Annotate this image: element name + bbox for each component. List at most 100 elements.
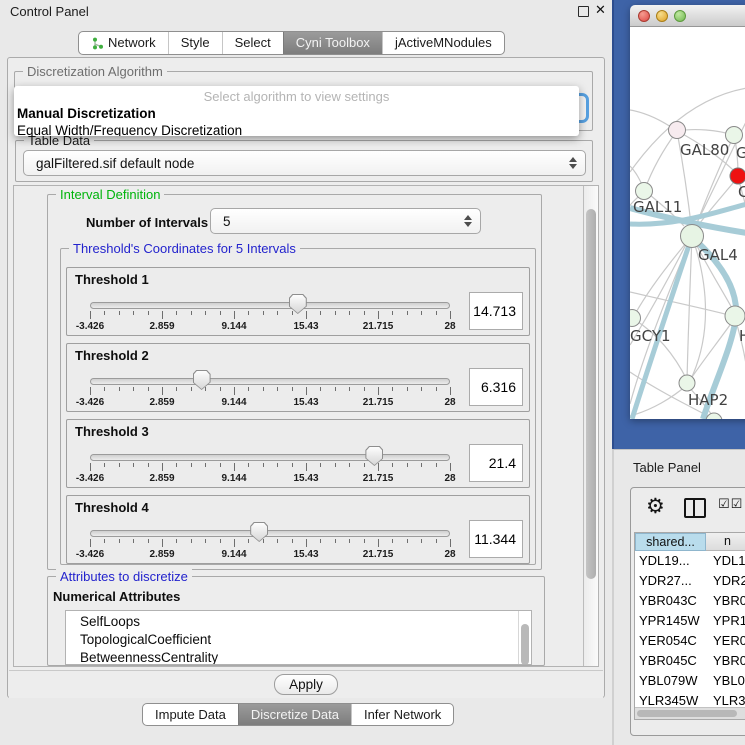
- minimize-traffic-light-icon[interactable]: [656, 10, 668, 22]
- control-panel-titlebar: Control Panel ✕: [0, 0, 612, 22]
- threshold-slider-track[interactable]: [90, 378, 450, 385]
- gal4-node[interactable]: [681, 225, 704, 248]
- attributes-list: SelfLoopsTopologicalCoefficientBetweenne…: [65, 610, 532, 665]
- column-checkboxes-icon[interactable]: ☑☑: [718, 497, 743, 512]
- network-tab-icon: [91, 37, 104, 50]
- threshold-label: Threshold 3: [75, 424, 149, 439]
- scrollbar-thumb[interactable]: [637, 710, 737, 717]
- tab-infer-network[interactable]: Infer Network: [351, 704, 453, 725]
- threshold-value-field[interactable]: 14.713: [469, 292, 523, 330]
- threshold-value-field[interactable]: 21.4: [469, 444, 523, 482]
- dropdown-option-equal-width[interactable]: Equal Width/Frequency Discretization: [14, 122, 579, 136]
- hap2-node[interactable]: [679, 375, 695, 391]
- gcy1-node[interactable]: [630, 310, 641, 327]
- cell-shared-name[interactable]: YPR145W: [635, 611, 706, 631]
- settings-gear-icon[interactable]: ⚙: [646, 494, 665, 518]
- column-header-shared-name[interactable]: shared...: [635, 533, 706, 551]
- node-bottom-partial[interactable]: [706, 413, 722, 419]
- tab-label: Style: [181, 33, 210, 53]
- gal11-node[interactable]: [636, 183, 653, 200]
- tab-label: jActiveMNodules: [395, 33, 492, 53]
- number-of-intervals-label: Number of Intervals: [86, 215, 208, 230]
- tab-jactivemnodules[interactable]: jActiveMNodules: [382, 32, 504, 54]
- cell-shared-name[interactable]: YBR043C: [635, 591, 706, 611]
- algorithm-group-title: Discretization Algorithm: [23, 64, 167, 79]
- cell-name[interactable]: YBR0: [706, 651, 745, 671]
- cell-shared-name[interactable]: YBR045C: [635, 651, 706, 671]
- slider-tick-labels: -3.4262.8599.14415.4321.71528: [90, 473, 450, 485]
- settings-vertical-scrollbar[interactable]: [583, 186, 598, 666]
- cell-shared-name[interactable]: YER054C: [635, 631, 706, 651]
- table-horizontal-scrollbar[interactable]: [635, 707, 745, 719]
- table-row[interactable]: YER054CYER0: [635, 631, 745, 651]
- tab-network[interactable]: Network: [79, 32, 168, 54]
- node-label-ga: GA: [736, 144, 745, 162]
- tab-impute-data[interactable]: Impute Data: [143, 704, 238, 725]
- table-row[interactable]: YPR145WYPR1: [635, 611, 745, 631]
- float-window-icon[interactable]: [578, 6, 589, 17]
- tab-discretize-data[interactable]: Discretize Data: [238, 704, 351, 725]
- cell-shared-name[interactable]: YBL079W: [635, 671, 706, 691]
- cell-shared-name[interactable]: YDL19...: [635, 551, 706, 571]
- threshold-slider-track[interactable]: [90, 530, 450, 537]
- table-row[interactable]: YBR043CYBR0: [635, 591, 745, 611]
- attribute-list-item[interactable]: BetweennessCentrality: [66, 649, 518, 664]
- number-of-intervals-combo[interactable]: 5: [210, 208, 481, 234]
- network-view-canvas[interactable]: GAL80GACGAL11GAL4GCY1HHAP2: [630, 27, 745, 419]
- tab-select[interactable]: Select: [222, 32, 283, 54]
- node-label-hap2: HAP2: [688, 391, 728, 409]
- threshold-slider-track[interactable]: [90, 454, 450, 461]
- attributes-list-scrollbar[interactable]: [518, 611, 531, 664]
- tab-label: Select: [235, 33, 271, 53]
- table-data-combo-value: galFiltered.sif default node: [36, 156, 194, 171]
- cell-name[interactable]: YBR0: [706, 591, 745, 611]
- slider-ticks: [90, 311, 450, 320]
- dropdown-option-manual[interactable]: Manual Discretization: [14, 105, 579, 122]
- node-label-gcy1: GCY1: [630, 327, 671, 345]
- table-row[interactable]: YDL19...YDL1: [635, 551, 745, 571]
- node-table: shared... n YDL19...YDL1YDR27...YDR2YBR0…: [634, 532, 745, 720]
- threshold-panel-1: Threshold 1-3.4262.8599.14415.4321.71528…: [66, 267, 530, 336]
- attribute-list-item[interactable]: SelfLoops: [66, 613, 518, 631]
- combo-arrows-icon: [569, 151, 577, 175]
- scrollbar-thumb[interactable]: [586, 209, 596, 579]
- network-window[interactable]: GAL80GACGAL11GAL4GCY1HHAP2: [612, 0, 745, 449]
- threshold-slider-track[interactable]: [90, 302, 450, 309]
- settings-scroll-area: Interval Definition Number of Intervals …: [13, 185, 599, 667]
- threshold-value-field[interactable]: 6.316: [469, 368, 523, 406]
- cell-name[interactable]: YER0: [706, 631, 745, 651]
- tab-label: Infer Network: [364, 705, 441, 724]
- attribute-list-item[interactable]: TopologicalCoefficient: [66, 631, 518, 649]
- table-row[interactable]: YBL079WYBL0: [635, 671, 745, 691]
- cell-shared-name[interactable]: YDR27...: [635, 571, 706, 591]
- threshold-value-field[interactable]: 11.344: [469, 520, 523, 558]
- cell-name[interactable]: YDR2: [706, 571, 745, 591]
- column-header-name[interactable]: n: [706, 533, 745, 551]
- threshold-label: Threshold 1: [75, 272, 149, 287]
- table-row[interactable]: YBR045CYBR0: [635, 651, 745, 671]
- table-data-combo[interactable]: galFiltered.sif default node: [23, 150, 586, 176]
- node-label-gal80: GAL80: [680, 141, 729, 159]
- toolbox-tab-bar: Network Style Select Cyni Toolbox jActiveMNo…: [78, 31, 505, 55]
- close-icon[interactable]: ✕: [595, 2, 606, 18]
- network-window-titlebar[interactable]: [630, 5, 745, 27]
- selected-red-node[interactable]: [730, 168, 745, 184]
- gal80-node[interactable]: [669, 122, 686, 139]
- cell-name[interactable]: YDL1: [706, 551, 745, 571]
- table-row[interactable]: YDR27...YDR2: [635, 571, 745, 591]
- split-columns-icon[interactable]: [684, 498, 706, 518]
- tab-cyni-toolbox[interactable]: Cyni Toolbox: [283, 32, 382, 54]
- node-right-h[interactable]: [725, 306, 745, 326]
- attributes-group-title: Attributes to discretize: [56, 569, 192, 584]
- apply-row: Apply: [9, 670, 603, 698]
- tab-style[interactable]: Style: [168, 32, 222, 54]
- threshold-label: Threshold 4: [75, 500, 149, 515]
- cell-name[interactable]: YPR1: [706, 611, 745, 631]
- slider-ticks: [90, 539, 450, 548]
- slider-ticks: [90, 387, 450, 396]
- cell-name[interactable]: YBL0: [706, 671, 745, 691]
- zoom-traffic-light-icon[interactable]: [674, 10, 686, 22]
- apply-button[interactable]: Apply: [274, 674, 338, 695]
- mode-tab-bar: Impute DataDiscretize Data Infer Network: [142, 703, 454, 726]
- close-traffic-light-icon[interactable]: [638, 10, 650, 22]
